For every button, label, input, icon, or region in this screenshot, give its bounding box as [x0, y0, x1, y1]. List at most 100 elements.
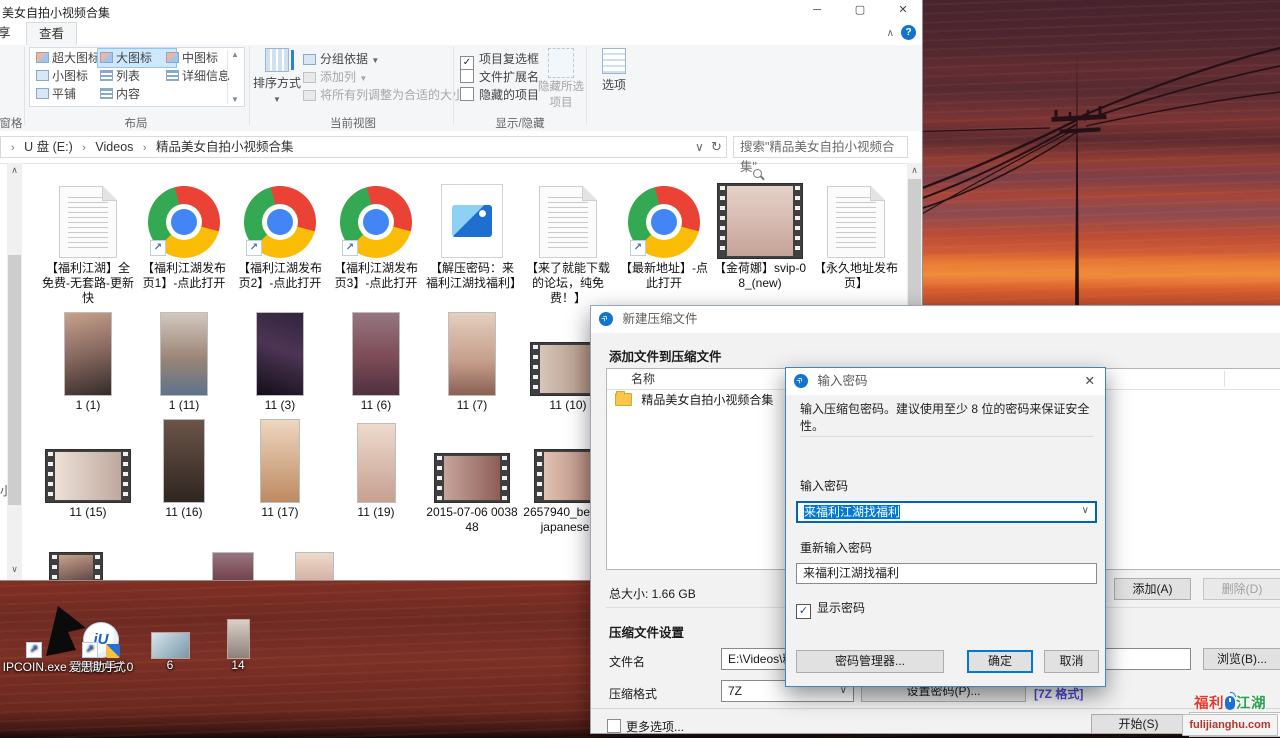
scroll-up-icon[interactable]: ▲ — [231, 50, 239, 59]
ribbon-collapse-icon[interactable]: ∧ — [887, 28, 894, 39]
help-icon[interactable]: ? — [901, 25, 916, 40]
file-item[interactable]: 11 (19) — [330, 416, 422, 520]
view-mode-panel: 超大图标 大图标 中图标 小图标 列表 详细信息 平铺 内容 ▲ ▼ — [29, 47, 245, 107]
view-mode-scroll[interactable]: ▲ ▼ — [227, 50, 242, 104]
file-item[interactable]: 11 (15) — [42, 416, 134, 520]
group-label-layout: 布局 — [29, 115, 243, 131]
chevron-down-icon[interactable]: ∨ — [1082, 502, 1089, 520]
file-item[interactable]: 2015-07-06 003848 — [426, 416, 518, 535]
scrollbar-thumb[interactable] — [8, 255, 21, 505]
scroll-down-icon[interactable]: ▼ — [231, 95, 239, 104]
view-mode-content[interactable]: 内容 — [98, 85, 176, 103]
file-item[interactable]: 【金荷娜】svip-08_(new) — [714, 172, 806, 291]
file-item[interactable]: 11 (7) — [426, 309, 518, 413]
scroll-down-icon[interactable]: ∨ — [7, 562, 22, 576]
crumb-sep-icon: › — [5, 142, 21, 154]
file-item[interactable]: 【解压密码：来福利江湖找福利】 — [426, 172, 518, 291]
column-divider[interactable] — [1224, 371, 1225, 387]
breadcrumb[interactable]: › U 盘 (E:) › Videos › 精品美女自拍小视频合集 ∨ ↻ — [0, 136, 727, 158]
hidden-items-toggle[interactable]: 隐藏的项目 — [460, 87, 539, 104]
file-item[interactable]: 【来了就能下载的论坛，纯免费！】 — [522, 172, 614, 306]
search-box[interactable]: 搜索"精品美女自拍小视频合集" — [733, 136, 908, 158]
options-button[interactable]: 选项 — [592, 48, 636, 93]
image-file-icon — [441, 184, 503, 258]
watermark-url: fulijianghu.com — [1182, 714, 1278, 736]
file-item[interactable]: 【福利江湖】全免费-无套路-更新快 — [42, 172, 134, 306]
file-item[interactable]: 11 (6) — [330, 309, 422, 413]
start-button[interactable]: 开始(S) — [1091, 714, 1186, 734]
file-item[interactable]: 1 (1) — [42, 309, 134, 413]
group-by-button[interactable]: 分组依据 ▼ — [303, 51, 379, 68]
file-item[interactable]: 11 (3) — [234, 309, 326, 413]
desktop-icon-14[interactable]: 14 — [214, 600, 262, 672]
minimize-button[interactable]: ─ — [800, 0, 834, 20]
shortcut-arrow-icon: ↗ — [82, 642, 98, 658]
file-extensions-toggle[interactable]: 文件扩展名 — [460, 69, 539, 86]
breadcrumb-drive[interactable]: U 盘 (E:) — [24, 140, 73, 154]
more-options-toggle[interactable]: 更多选项... — [607, 718, 684, 735]
password-combo[interactable]: 来福利江湖找福利 ∨ — [796, 501, 1097, 523]
photo-thumbnail — [353, 313, 399, 395]
medium-icons-icon — [166, 52, 179, 63]
file-thumbnail-partial[interactable] — [213, 553, 253, 581]
file-item[interactable]: ↗ 【最新地址】-点此打开 — [618, 172, 710, 291]
file-thumbnail-partial[interactable] — [296, 553, 333, 581]
file-item[interactable]: ↗ 【福利江湖发布页3】-点此打开 — [330, 172, 422, 291]
ok-button[interactable]: 确定 — [967, 650, 1033, 673]
scroll-up-icon[interactable]: ∧ — [7, 163, 22, 177]
file-item[interactable]: 11 (17) — [234, 416, 326, 520]
password-manager-button[interactable]: 密码管理器... — [796, 650, 944, 673]
video-thumbnail — [718, 184, 802, 258]
photo-thumbnail — [152, 633, 189, 658]
photo-thumbnail — [449, 313, 495, 395]
total-size-text: 总大小: 1.66 GB — [609, 585, 696, 602]
options-icon — [602, 48, 626, 74]
breadcrumb-videos[interactable]: Videos — [95, 140, 133, 154]
close-icon[interactable]: ✕ — [1085, 368, 1095, 395]
tab-share[interactable]: 享 — [0, 22, 23, 45]
watermark: 福利江湖 fulijianghu.com — [1182, 692, 1278, 736]
show-password-toggle[interactable]: ✓显示密码 — [796, 599, 865, 619]
add-button[interactable]: 添加(A) — [1114, 578, 1191, 600]
reenter-password-label: 重新输入密码 — [800, 539, 872, 556]
file-item[interactable]: 【永久地址发布页】 — [810, 172, 902, 291]
sort-by-icon — [265, 48, 289, 72]
cancel-button[interactable]: 取消 — [1044, 650, 1099, 673]
add-column-button[interactable]: 添加列 ▼ — [303, 69, 367, 86]
bandizip-icon — [794, 374, 808, 388]
dialog-heading: 添加文件到压缩文件 — [609, 346, 722, 365]
chrome-shortcut-icon: ↗ — [244, 186, 316, 258]
ribbon: 窗格 超大图标 大图标 中图标 小图标 列表 详细信息 平铺 内容 ▲ ▼ 布局 — [0, 45, 922, 132]
refresh-icon[interactable]: ↻ — [711, 137, 722, 157]
file-item[interactable]: 11 (16) — [138, 416, 230, 520]
desktop-icon-aisi[interactable]: iU ↗ 爱思助手7.0 — [66, 600, 136, 675]
scroll-up-icon[interactable]: ∧ — [907, 163, 922, 177]
address-dropdown-icon[interactable]: ∨ — [695, 137, 704, 157]
dialog-title-bar: 新建压缩文件 — [591, 306, 1280, 333]
desktop-icon-6[interactable]: 6 — [146, 600, 194, 672]
file-item[interactable]: ↗ 【福利江湖发布页2】-点此打开 — [234, 172, 326, 291]
reenter-password-input[interactable]: 来福利江湖找福利 — [796, 563, 1097, 584]
sort-by-button[interactable]: 排序方式▼ — [252, 48, 302, 105]
filename-label: 文件名 — [609, 653, 645, 670]
photo-thumbnail — [358, 424, 395, 502]
fit-columns-button[interactable]: 将所有列调整为合适的大小 — [303, 87, 464, 104]
close-button[interactable]: ✕ — [886, 0, 920, 20]
photo-thumbnail — [161, 313, 207, 395]
breadcrumb-folder[interactable]: 精品美女自拍小视频合集 — [156, 140, 294, 154]
file-thumbnail-partial[interactable] — [50, 553, 102, 581]
file-item[interactable]: 1 (11) — [138, 309, 230, 413]
desktop-icon-label: 14 — [214, 658, 262, 672]
dialog-title: 新建压缩文件 — [622, 312, 697, 326]
watermark-brand-right: 江湖 — [1236, 696, 1266, 712]
photo-thumbnail — [65, 313, 111, 395]
delete-button[interactable]: 删除(D) — [1203, 578, 1280, 600]
checkbox-icon — [460, 69, 474, 83]
hide-selected-button[interactable]: 隐藏所选项目 — [538, 48, 584, 110]
tab-view[interactable]: 查看 — [26, 22, 77, 46]
maximize-button[interactable]: ▢ — [843, 0, 877, 20]
file-item[interactable]: ↗ 【福利江湖发布页1】-点此打开 — [138, 172, 230, 291]
item-checkboxes-toggle[interactable]: ✓项目复选框 — [460, 51, 539, 68]
browse-button[interactable]: 浏览(B)... — [1203, 648, 1280, 670]
nav-pane-scrollbar[interactable]: ∧ ∨ — [7, 163, 22, 580]
